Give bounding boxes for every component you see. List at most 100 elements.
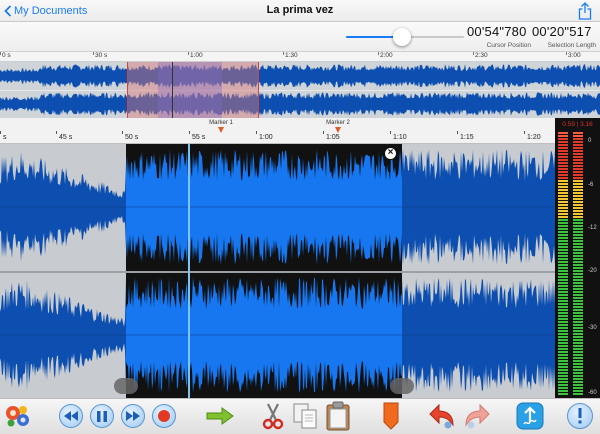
pause-button[interactable]	[88, 401, 116, 431]
meter-segment	[558, 270, 568, 272]
meter-segment	[558, 372, 568, 374]
meter-segment	[573, 324, 583, 326]
meter-segment	[573, 381, 583, 383]
meter-segment	[558, 255, 568, 257]
meter-segment	[558, 249, 568, 251]
meter-segment	[573, 306, 583, 308]
meter-segment	[573, 342, 583, 344]
marker-1[interactable]: Marker 1	[201, 120, 241, 133]
meter-segment	[573, 177, 583, 179]
add-marker-icon	[383, 402, 399, 430]
meter-segment	[573, 186, 583, 188]
meter-segment	[573, 216, 583, 218]
rewind-button[interactable]	[57, 401, 85, 431]
meter-segment	[558, 237, 568, 239]
meter-segment	[573, 360, 583, 362]
meter-segment	[558, 375, 568, 377]
add-marker-button[interactable]	[378, 401, 404, 431]
meter-segment	[558, 156, 568, 158]
meter-segment	[558, 210, 568, 212]
meter-segment	[573, 204, 583, 206]
meter-segment	[558, 312, 568, 314]
meter-segment	[558, 333, 568, 335]
share-icon[interactable]	[578, 2, 594, 20]
meter-segment	[558, 390, 568, 392]
meter-segment	[573, 351, 583, 353]
meter-segment	[558, 366, 568, 368]
level-meter	[555, 118, 600, 398]
export-button[interactable]	[515, 401, 545, 431]
meter-segment	[573, 285, 583, 287]
marker-1-label: Marker 1	[209, 120, 233, 126]
info-button[interactable]	[566, 401, 594, 431]
fast-forward-button[interactable]	[119, 401, 147, 431]
meter-segment	[573, 309, 583, 311]
overview-tick: 1:00	[188, 52, 203, 59]
overview-time-ruler: 0 s 30 s 1:00 1:30 2:00 2:30 3:00	[0, 52, 600, 62]
meter-segment	[573, 141, 583, 143]
meter-segment	[573, 291, 583, 293]
info-icon	[567, 403, 593, 429]
meter-segment	[558, 216, 568, 218]
meter-segment	[573, 357, 583, 359]
meter-segment	[558, 174, 568, 176]
meter-segment	[558, 162, 568, 164]
overview-tick: 2:30	[473, 52, 488, 59]
playhead[interactable]	[188, 144, 190, 398]
meter-segment	[573, 210, 583, 212]
meter-segment	[573, 270, 583, 272]
meter-segment	[558, 228, 568, 230]
meter-segment	[558, 336, 568, 338]
meter-segment	[558, 351, 568, 353]
meter-segment	[573, 252, 583, 254]
meter-segment	[573, 336, 583, 338]
zoom-slider-knob[interactable]	[393, 28, 411, 46]
detail-tick: 1:05	[323, 131, 340, 141]
meter-segment	[558, 345, 568, 347]
meter-segment	[558, 213, 568, 215]
go-forward-button[interactable]	[205, 401, 235, 431]
meter-segment	[573, 138, 583, 140]
marker-2[interactable]: Marker 2	[318, 120, 358, 133]
overview-channel-divider	[0, 90, 600, 91]
meter-segment	[558, 201, 568, 203]
meter-segment	[558, 309, 568, 311]
copy-button[interactable]	[290, 401, 320, 431]
meter-segment	[573, 369, 583, 371]
redo-button[interactable]	[461, 401, 491, 431]
meter-segment	[573, 174, 583, 176]
meter-segment	[558, 327, 568, 329]
cut-button[interactable]	[259, 401, 287, 431]
meter-segment	[558, 192, 568, 194]
overview-tick: 1:30	[283, 52, 298, 59]
meter-segment	[558, 240, 568, 242]
selection-start-handle[interactable]	[114, 378, 138, 394]
paste-icon	[326, 401, 350, 431]
effects-icon	[6, 406, 29, 427]
close-selection-icon[interactable]: ×	[384, 147, 397, 160]
meter-segment	[573, 312, 583, 314]
effects-button[interactable]	[2, 401, 34, 431]
meter-segment	[558, 264, 568, 266]
meter-segment	[573, 183, 583, 185]
meter-segment	[573, 318, 583, 320]
paste-button[interactable]	[323, 401, 353, 431]
meter-segment	[558, 318, 568, 320]
meter-segment	[573, 354, 583, 356]
meter-segment	[558, 159, 568, 161]
meter-segment	[573, 282, 583, 284]
meter-segment	[573, 384, 583, 386]
meter-segment	[558, 246, 568, 248]
undo-button[interactable]	[428, 401, 458, 431]
meter-segment	[573, 303, 583, 305]
meter-segment	[558, 225, 568, 227]
meter-segment	[558, 144, 568, 146]
meter-segment	[573, 297, 583, 299]
record-button[interactable]	[150, 401, 178, 431]
meter-segment	[573, 378, 583, 380]
meter-segment	[558, 147, 568, 149]
selection-end-handle[interactable]	[390, 378, 414, 394]
redo-icon	[465, 403, 490, 429]
overview-visible-region[interactable]	[158, 62, 222, 118]
meter-segment	[573, 261, 583, 263]
